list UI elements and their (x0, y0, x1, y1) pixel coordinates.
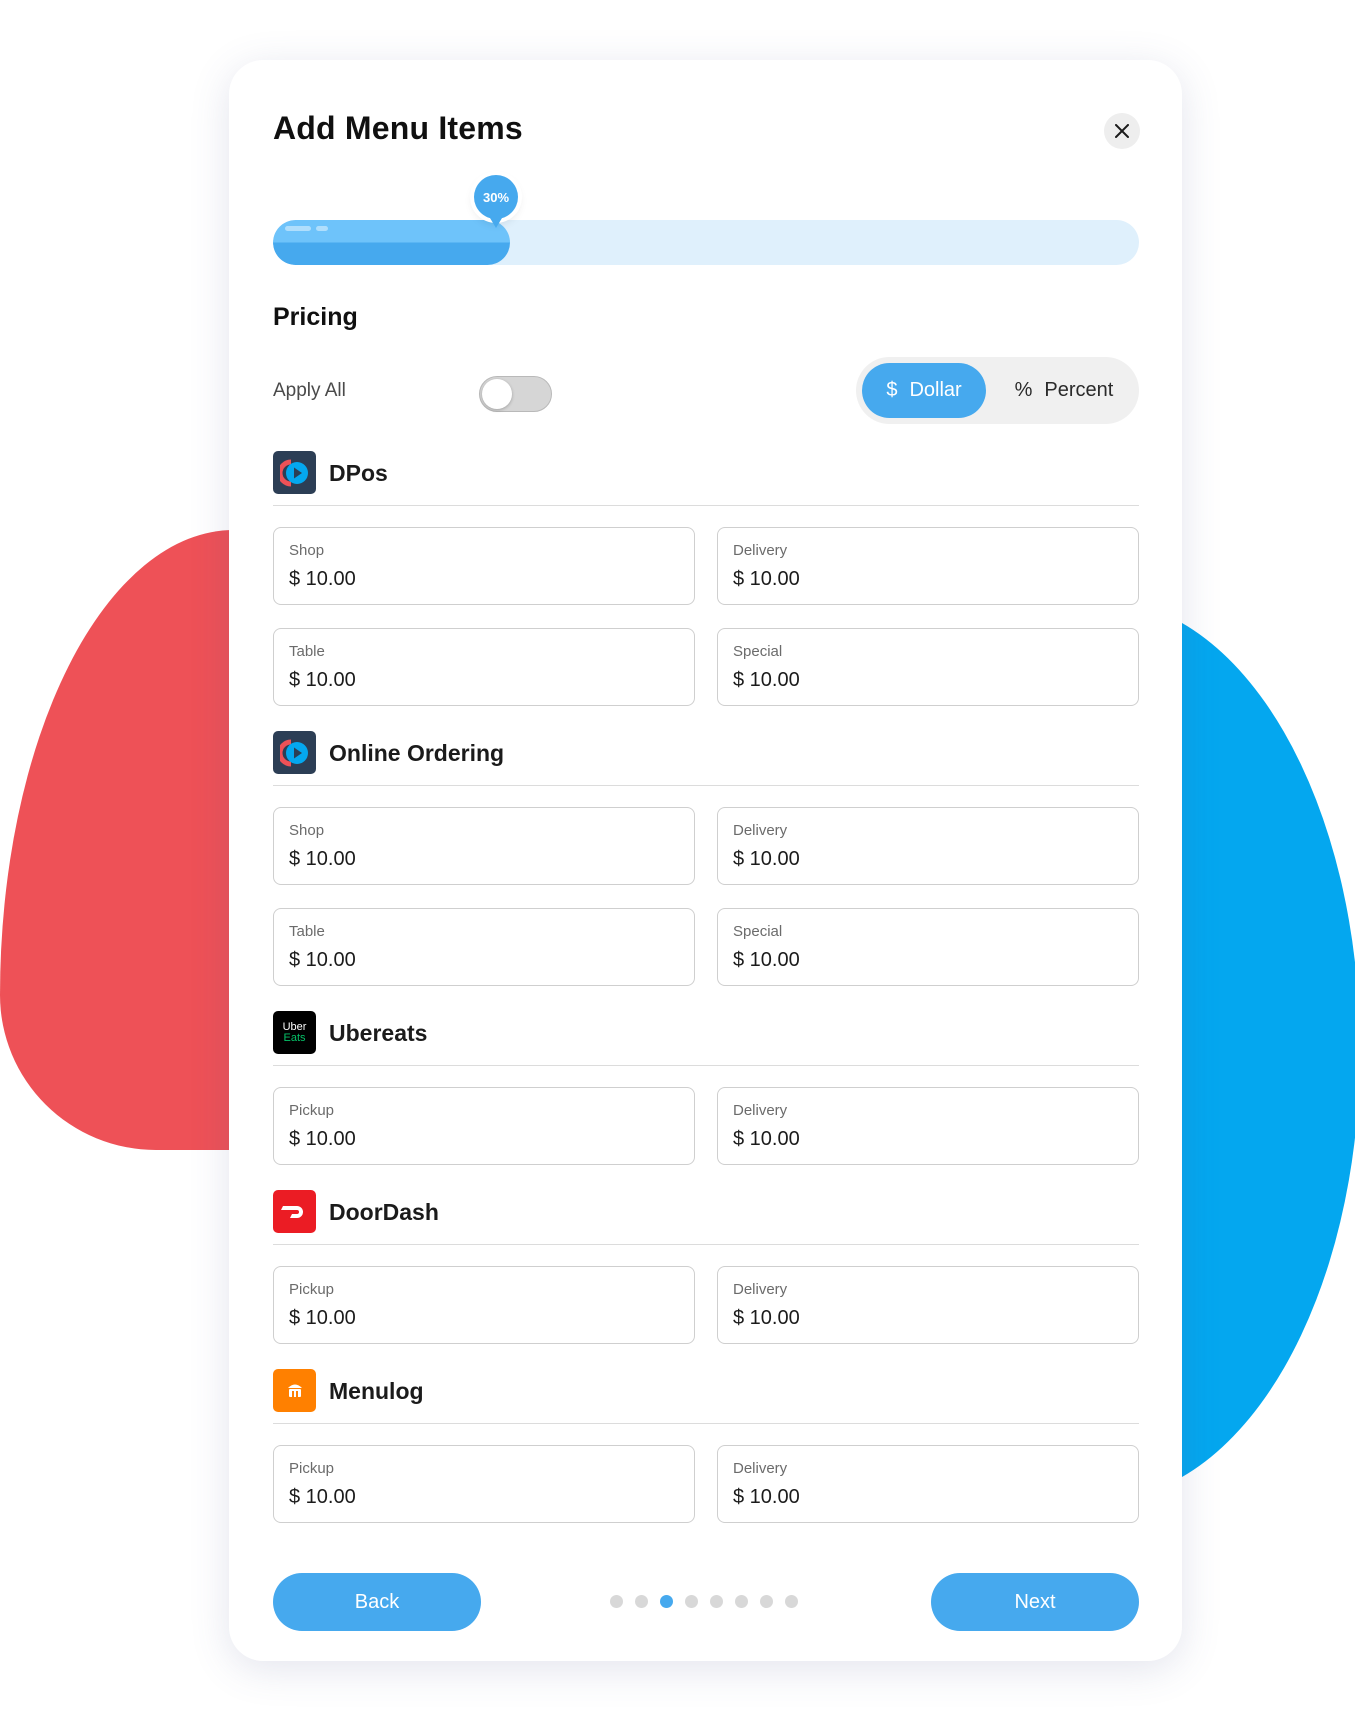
platform-online-ordering: Online Ordering Shop $ 10.00 Delivery $ … (273, 731, 1139, 986)
progress-percent-badge: 30% (474, 175, 518, 228)
step-dot-1[interactable] (610, 1595, 623, 1608)
platform-name: DoorDash (329, 1199, 439, 1225)
ubereats-pickup-price-field[interactable]: Pickup $ 10.00 (273, 1087, 695, 1165)
online-special-price-field[interactable]: Special $ 10.00 (717, 908, 1139, 986)
percent-icon: % (1014, 379, 1033, 401)
ubereats-delivery-price-field[interactable]: Delivery $ 10.00 (717, 1087, 1139, 1165)
next-button[interactable]: Next (931, 1573, 1139, 1631)
background-blob-red (0, 530, 260, 1150)
step-dot-4[interactable] (685, 1595, 698, 1608)
field-value: $ 10.00 (733, 568, 800, 590)
field-label: Delivery (733, 1460, 788, 1477)
platform-name: DPos (329, 460, 388, 486)
step-indicator (610, 1595, 798, 1608)
field-value: $ 10.00 (733, 848, 800, 870)
dpos-shop-price-field[interactable]: Shop $ 10.00 (273, 527, 695, 605)
field-value: $ 10.00 (733, 669, 800, 691)
ubereats-logo-icon: Uber Eats (273, 1011, 316, 1054)
field-label: Special (733, 643, 783, 660)
close-icon (1115, 124, 1129, 138)
platform-name: Menulog (329, 1378, 424, 1404)
field-value: $ 10.00 (733, 1486, 800, 1508)
platform-doordash: DoorDash Pickup $ 10.00 Delivery $ 10.00 (273, 1190, 1139, 1344)
field-label: Table (289, 923, 325, 940)
platform-dpos: DPos Shop $ 10.00 Delivery $ 10.00 Table… (273, 451, 1139, 706)
field-label: Delivery (733, 542, 788, 559)
field-label: Pickup (289, 1460, 335, 1477)
dpos-table-price-field[interactable]: Table $ 10.00 (273, 628, 695, 706)
back-button[interactable]: Back (273, 1573, 481, 1631)
menulog-pickup-price-field[interactable]: Pickup $ 10.00 (273, 1445, 695, 1523)
percent-mode-label: Percent (1044, 379, 1114, 401)
doordash-logo-icon (273, 1190, 316, 1233)
field-label: Table (289, 643, 325, 660)
menulog-logo-icon (273, 1369, 316, 1412)
apply-all-label: Apply All (273, 380, 346, 401)
dollar-mode-button[interactable]: $ Dollar (862, 363, 986, 418)
field-label: Delivery (733, 1102, 788, 1119)
field-value: $ 10.00 (289, 1307, 356, 1329)
pricing-mode-selector: $ Dollar % Percent (856, 357, 1139, 424)
dpos-special-price-field[interactable]: Special $ 10.00 (717, 628, 1139, 706)
field-label: Delivery (733, 1281, 788, 1298)
field-label: Shop (289, 542, 325, 559)
field-value: $ 10.00 (289, 949, 356, 971)
platform-name: Ubereats (329, 1020, 428, 1046)
online-shop-price-field[interactable]: Shop $ 10.00 (273, 807, 695, 885)
doordash-delivery-price-field[interactable]: Delivery $ 10.00 (717, 1266, 1139, 1344)
platform-name: Online Ordering (329, 740, 505, 766)
step-dot-3[interactable] (660, 1595, 673, 1608)
dpos-logo-icon (273, 451, 316, 494)
progress-bar (273, 220, 1139, 265)
percent-mode-button[interactable]: % Percent (994, 363, 1134, 418)
field-label: Pickup (289, 1281, 335, 1298)
field-label: Special (733, 923, 783, 940)
ubereats-logo-eats: Eats (283, 1031, 306, 1044)
dialog-title: Add Menu Items (273, 110, 523, 146)
field-value: $ 10.00 (289, 1128, 356, 1150)
field-value: $ 10.00 (733, 949, 800, 971)
step-dot-8[interactable] (785, 1595, 798, 1608)
toggle-knob (482, 379, 512, 409)
add-menu-items-dialog: Add Menu Items 30% Pricing Apply All $ D… (229, 60, 1182, 1661)
dpos-logo-icon (273, 731, 316, 774)
online-table-price-field[interactable]: Table $ 10.00 (273, 908, 695, 986)
step-dot-6[interactable] (735, 1595, 748, 1608)
field-value: $ 10.00 (289, 1486, 356, 1508)
field-label: Pickup (289, 1102, 335, 1119)
pricing-heading: Pricing (273, 303, 358, 331)
dollar-icon: $ (886, 379, 898, 401)
doordash-pickup-price-field[interactable]: Pickup $ 10.00 (273, 1266, 695, 1344)
field-label: Delivery (733, 822, 788, 839)
field-value: $ 10.00 (733, 1128, 800, 1150)
step-dot-5[interactable] (710, 1595, 723, 1608)
platform-menulog: Menulog Pickup $ 10.00 Delivery $ 10.00 (273, 1369, 1139, 1523)
ubereats-logo-uber: Uber (282, 1020, 307, 1033)
menulog-delivery-price-field[interactable]: Delivery $ 10.00 (717, 1445, 1139, 1523)
step-dot-2[interactable] (635, 1595, 648, 1608)
field-label: Shop (289, 822, 325, 839)
progress-fill (273, 220, 510, 265)
step-dot-7[interactable] (760, 1595, 773, 1608)
field-value: $ 10.00 (289, 848, 356, 870)
online-delivery-price-field[interactable]: Delivery $ 10.00 (717, 807, 1139, 885)
close-button[interactable] (1104, 113, 1140, 149)
dollar-mode-label: Dollar (909, 379, 962, 401)
field-value: $ 10.00 (289, 568, 356, 590)
apply-all-toggle[interactable] (479, 376, 552, 412)
field-value: $ 10.00 (733, 1307, 800, 1329)
dpos-delivery-price-field[interactable]: Delivery $ 10.00 (717, 527, 1139, 605)
platform-ubereats: Uber Eats Ubereats Pickup $ 10.00 Delive… (273, 1011, 1139, 1165)
field-value: $ 10.00 (289, 669, 356, 691)
